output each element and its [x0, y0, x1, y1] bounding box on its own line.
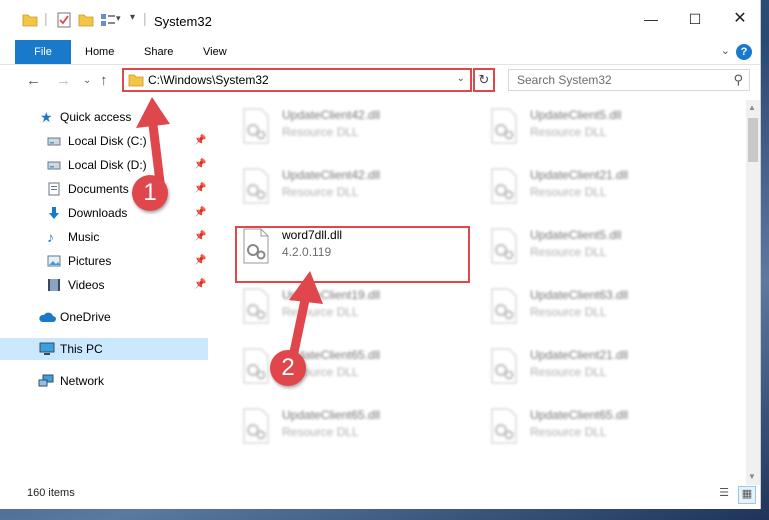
arrow-annotation-1 [136, 97, 170, 187]
step-1-badge: 1 [132, 175, 168, 211]
annotation-overlay [136, 97, 323, 357]
arrow-annotation-2 [289, 271, 323, 357]
step-2-badge: 2 [270, 350, 306, 386]
